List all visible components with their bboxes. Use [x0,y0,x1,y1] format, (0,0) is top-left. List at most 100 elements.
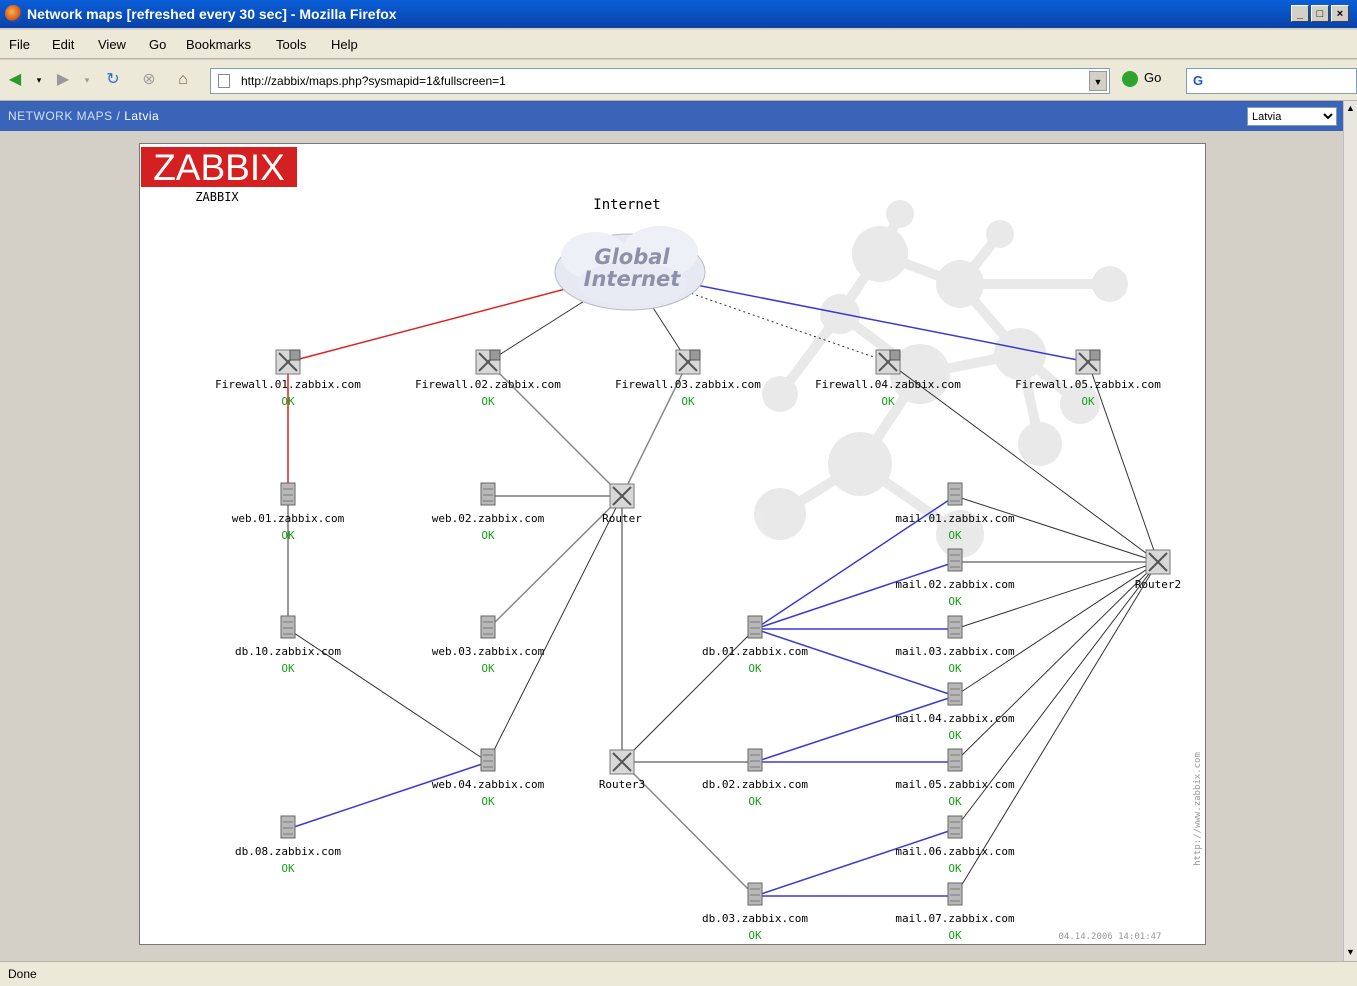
map-node-mail4[interactable]: mail.04.zabbix.com OK [895,682,1015,742]
server-icon [280,615,296,639]
map-node-db10[interactable]: db.10.zabbix.com OK [235,615,341,675]
node-status: OK [748,929,762,942]
map-node-web2[interactable]: web.02.zabbix.com OK [432,482,545,542]
scroll-up-icon[interactable]: ▲ [1346,103,1355,113]
map-node-fw3[interactable]: Firewall.03.zabbix.com OK [615,349,761,408]
node-label: web.02.zabbix.com [432,512,545,525]
server-icon [947,882,963,906]
node-label: Router2 [1135,578,1181,591]
router-icon [609,749,635,775]
breadcrumb-separator: / [112,109,125,123]
node-status: OK [481,662,495,675]
server-icon [747,748,763,772]
node-status: OK [681,395,695,408]
node-label: mail.06.zabbix.com [895,845,1015,858]
server-icon [947,748,963,772]
stop-icon[interactable]: ⊗ [138,70,160,90]
node-label: Firewall.04.zabbix.com [815,378,961,391]
address-bar[interactable]: http://zabbix/maps.php?sysmapid=1&fullsc… [210,68,1110,94]
scroll-down-icon[interactable]: ▼ [1346,947,1355,957]
node-label: mail.02.zabbix.com [895,578,1015,591]
minimize-button[interactable]: _ [1291,5,1309,22]
search-box[interactable]: G [1186,68,1357,94]
map-node-mail1[interactable]: mail.01.zabbix.com OK [895,482,1015,542]
firewall-icon [475,349,501,375]
network-map-canvas: Global Internet ZABBIX ZABBIX Internet F… [141,147,1203,942]
node-status: OK [948,529,962,542]
window-titlebar: Network maps [refreshed every 30 sec] - … [0,0,1357,28]
map-link-db1-mail4 [754,628,956,697]
node-status: OK [481,395,495,408]
node-label: web.03.zabbix.com [432,645,545,658]
maximize-button[interactable]: □ [1311,5,1329,22]
menu-edit[interactable]: Edit [52,37,74,52]
server-icon [947,482,963,506]
menu-tools[interactable]: Tools [276,37,306,52]
forward-dropdown-icon[interactable]: ▾ [76,70,98,90]
menu-go[interactable]: Go [149,37,166,52]
back-icon[interactable]: ◀ [4,70,26,90]
map-node-mail5[interactable]: mail.05.zabbix.com OK [895,748,1015,808]
server-icon [947,615,963,639]
vertical-url: http://www.zabbix.com [1193,752,1203,866]
menu-view[interactable]: View [98,37,126,52]
vertical-scrollbar[interactable]: ▲ ▼ [1343,101,1357,961]
node-status: OK [481,795,495,808]
reload-icon[interactable]: ↻ [102,70,124,90]
node-status: OK [748,662,762,675]
map-link-db3-mail6 [754,828,956,897]
go-icon [1122,70,1138,87]
node-status: OK [281,395,295,408]
firefox-icon [5,5,22,22]
node-label: mail.03.zabbix.com [895,645,1015,658]
node-label: db.03.zabbix.com [702,912,808,925]
map-node-router[interactable]: Router [602,483,642,525]
map-node-fw1[interactable]: Firewall.01.zabbix.com OK [215,349,361,408]
map-node-db2[interactable]: db.02.zabbix.com OK [702,748,808,808]
map-node-mail6[interactable]: mail.06.zabbix.com OK [895,815,1015,875]
node-status: OK [481,529,495,542]
map-link-fw5-router2 [1087,361,1159,563]
breadcrumb: NETWORK MAPS / Latvia [8,109,159,123]
map-node-fw2[interactable]: Firewall.02.zabbix.com OK [415,349,561,408]
back-dropdown-icon[interactable]: ▾ [28,70,50,90]
map-select[interactable]: Latvia [1247,107,1337,126]
node-status: OK [1081,395,1095,408]
map-node-db3[interactable]: db.03.zabbix.com OK [702,882,808,942]
server-icon [747,882,763,906]
zabbix-logo-text: ZABBIX [153,147,285,188]
node-label: db.08.zabbix.com [235,845,341,858]
node-label: mail.05.zabbix.com [895,778,1015,791]
map-node-web3[interactable]: web.03.zabbix.com OK [432,615,545,675]
node-status: OK [948,929,962,942]
menu-bookmarks[interactable]: Bookmarks [186,37,251,52]
status-text: Done [8,967,37,981]
navigation-toolbar: ◀ ▾ ▶ ▾ ↻ ⊗ ⌂ http://zabbix/maps.php?sys… [0,60,1357,101]
url-dropdown-icon[interactable]: ▼ [1089,71,1107,91]
map-node-mail2[interactable]: mail.02.zabbix.com OK [895,548,1015,608]
map-node-router2[interactable]: Router2 [1135,549,1181,591]
node-status: OK [948,795,962,808]
map-node-db8[interactable]: db.08.zabbix.com OK [235,815,341,875]
node-status: OK [281,662,295,675]
breadcrumb-section: NETWORK MAPS [8,109,113,123]
menu-help[interactable]: Help [331,37,358,52]
server-icon [947,548,963,572]
breadcrumb-map-name: Latvia [124,109,160,123]
router-icon [1145,549,1171,575]
map-node-mail7[interactable]: mail.07.zabbix.com OK [895,882,1015,942]
menu-file[interactable]: File [9,37,30,52]
server-icon [747,615,763,639]
menu-bar: File Edit View Go Bookmarks Tools Help [0,30,1357,59]
node-label: Firewall.05.zabbix.com [1015,378,1161,391]
close-button[interactable]: × [1331,5,1349,22]
home-icon[interactable]: ⌂ [172,70,194,90]
map-node-web1[interactable]: web.01.zabbix.com OK [232,482,345,542]
router-icon [609,483,635,509]
map-node-router3[interactable]: Router3 [599,749,645,791]
map-node-mail3[interactable]: mail.03.zabbix.com OK [895,615,1015,675]
map-node-web4[interactable]: web.04.zabbix.com OK [432,748,545,808]
node-label: db.10.zabbix.com [235,645,341,658]
go-button[interactable]: Go [1122,70,1161,87]
forward-icon[interactable]: ▶ [52,70,74,90]
